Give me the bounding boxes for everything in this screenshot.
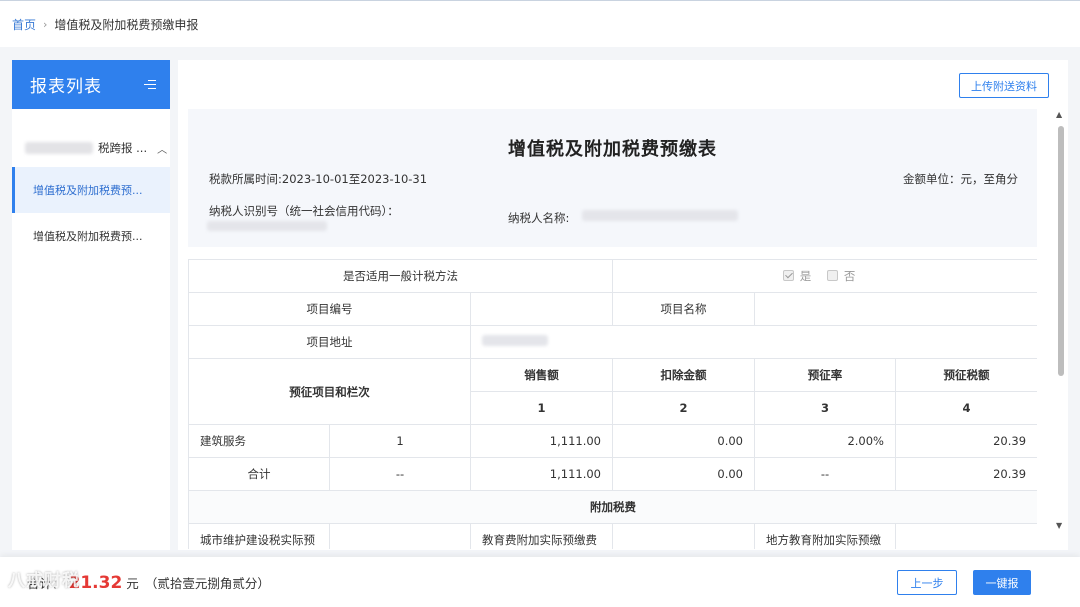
report-list-sidebar: 报表列表 税跨报 ... ︿ 增值税及附加税费预... 增值税及附加税费预...	[12, 60, 170, 550]
row-deduction: 0.00	[612, 457, 755, 491]
project-address-label: 项目地址	[188, 325, 471, 359]
taxpayer-name-redacted	[582, 210, 738, 221]
taxpayer-id-label: 纳税人识别号（统一社会信用代码）：	[209, 204, 399, 218]
scroll-up-arrow-icon[interactable]: ▲	[1056, 110, 1062, 119]
no-label: 否	[843, 269, 856, 283]
project-no-field[interactable]	[470, 292, 613, 326]
no-checkbox[interactable]	[826, 270, 838, 281]
table-row: 项目编号 项目名称	[188, 292, 1037, 326]
row-tax: 20.39	[894, 424, 1037, 458]
row-name: 建筑服务	[188, 424, 330, 458]
surtax-label: 城市维护建设税实际预	[188, 523, 330, 549]
form-header: 增值税及附加税费预缴表 税款所属时间:2023-10-01至2023-10-31…	[188, 109, 1037, 247]
project-name-field[interactable]	[753, 292, 1037, 326]
yes-checkbox[interactable]	[782, 270, 794, 281]
surtax-value[interactable]	[329, 523, 471, 549]
tax-period: 税款所属时间:2023-10-01至2023-10-31	[209, 172, 428, 186]
total-unit: 元	[126, 576, 139, 591]
sidebar-item-vat-prepay-active[interactable]: 增值税及附加税费预...	[12, 167, 170, 213]
table-row: 项目地址	[188, 325, 1037, 359]
breadcrumb-separator: ›	[43, 17, 48, 31]
taxpayer-id-redacted	[207, 221, 327, 231]
menu-toggle-icon[interactable]	[144, 79, 156, 90]
footer-bar: 合计： 21.32 元 （贰拾壹元捌角贰分） 上一步 一键报	[0, 557, 1080, 607]
table-row: 是否适用一般计税方法 是 否	[188, 259, 1037, 293]
one-click-submit-button[interactable]: 一键报	[973, 570, 1031, 595]
watermark-logo: 八戒财税	[8, 571, 80, 591]
row-sales: 1,111.00	[470, 457, 613, 491]
items-label: 预征项目和栏次	[188, 358, 471, 425]
table-header-row: 预征项目和栏次 销售额 扣除金额 预征率 预征税额	[188, 358, 1037, 425]
row-rate: 2.00%	[754, 424, 896, 458]
row-rate: --	[754, 457, 896, 491]
general-method-options: 是 否	[611, 259, 1037, 293]
table-section-row: 附加税费	[188, 490, 1037, 524]
col-number: 1	[470, 391, 613, 425]
taxpayer-name-label: 纳税人名称:	[508, 211, 570, 225]
sidebar-title: 报表列表	[30, 77, 102, 97]
surtax-value[interactable]	[894, 523, 1037, 549]
sidebar-header: 报表列表	[12, 60, 170, 109]
header-sales: 销售额	[470, 358, 613, 392]
form-title: 增值税及附加税费预缴表	[508, 139, 717, 160]
general-method-label: 是否适用一般计税方法	[188, 259, 613, 293]
col-number: 4	[894, 391, 1037, 425]
surtax-value[interactable]	[612, 523, 755, 549]
surtax-label: 地方教育附加实际预缴	[754, 523, 896, 549]
vertical-scrollbar[interactable]: ▲ ▼	[1055, 110, 1065, 530]
sidebar-item-label: 增值税及附加税费预...	[33, 230, 143, 243]
amount-unit: 金额单位：元，至角分	[903, 172, 1018, 186]
prepay-table: 是否适用一般计税方法 是 否 项目编号 项目名称 项目地址 预征项目和栏次 销售…	[188, 259, 1037, 549]
col-number: 3	[754, 391, 896, 425]
project-address-field[interactable]	[469, 325, 1037, 359]
main-panel: 上传附送资料 增值税及附加税费预缴表 税款所属时间:2023-10-01至202…	[178, 60, 1068, 550]
sidebar-item-label: 增值税及附加税费预...	[33, 184, 143, 197]
sidebar-group-header[interactable]: 税跨报 ... ︿	[12, 139, 170, 157]
row-sales[interactable]: 1,111.00	[470, 424, 613, 458]
yes-label: 是	[799, 269, 812, 283]
table-row: 城市维护建设税实际预 教育费附加实际预缴费 地方教育附加实际预缴	[188, 523, 1037, 549]
row-line: --	[329, 457, 471, 491]
header-tax: 预征税额	[894, 358, 1037, 392]
scrollbar-thumb[interactable]	[1058, 126, 1064, 376]
table-row: 合计 -- 1,111.00 0.00 -- 20.39	[188, 457, 1037, 491]
project-no-label: 项目编号	[188, 292, 471, 326]
surtax-section-title: 附加税费	[188, 490, 1037, 524]
breadcrumb-home-link[interactable]: 首页	[12, 16, 36, 33]
table-row: 建筑服务 1 1,111.00 0.00 2.00% 20.39	[188, 424, 1037, 458]
sidebar-item-vat-prepay[interactable]: 增值税及附加税费预...	[12, 213, 170, 259]
col-number: 2	[612, 391, 755, 425]
prepay-table-wrapper: 是否适用一般计税方法 是 否 项目编号 项目名称 项目地址 预征项目和栏次 销售…	[188, 259, 1037, 549]
upload-attachments-button[interactable]: 上传附送资料	[959, 73, 1049, 98]
project-name-label: 项目名称	[612, 292, 755, 326]
row-tax: 20.39	[894, 457, 1037, 491]
previous-step-button[interactable]: 上一步	[897, 570, 957, 595]
breadcrumb-current: 增值税及附加税费预缴申报	[54, 17, 199, 32]
scroll-down-arrow-icon[interactable]: ▼	[1056, 521, 1062, 530]
sidebar-group-label: 税跨报 ...	[98, 141, 148, 155]
row-line: 1	[329, 424, 471, 458]
header-deduction: 扣除金额	[612, 358, 755, 392]
total-in-words: （贰拾壹元捌角贰分）	[144, 576, 270, 591]
header-rate: 预征率	[754, 358, 896, 392]
row-deduction[interactable]: 0.00	[612, 424, 755, 458]
breadcrumb: 首页 › 增值税及附加税费预缴申报	[0, 1, 1080, 47]
surtax-label: 教育费附加实际预缴费	[470, 523, 613, 549]
row-name: 合计	[188, 457, 330, 491]
redacted-text	[25, 142, 93, 154]
redacted-text	[482, 335, 548, 346]
chevron-up-icon[interactable]: ︿	[157, 141, 167, 156]
